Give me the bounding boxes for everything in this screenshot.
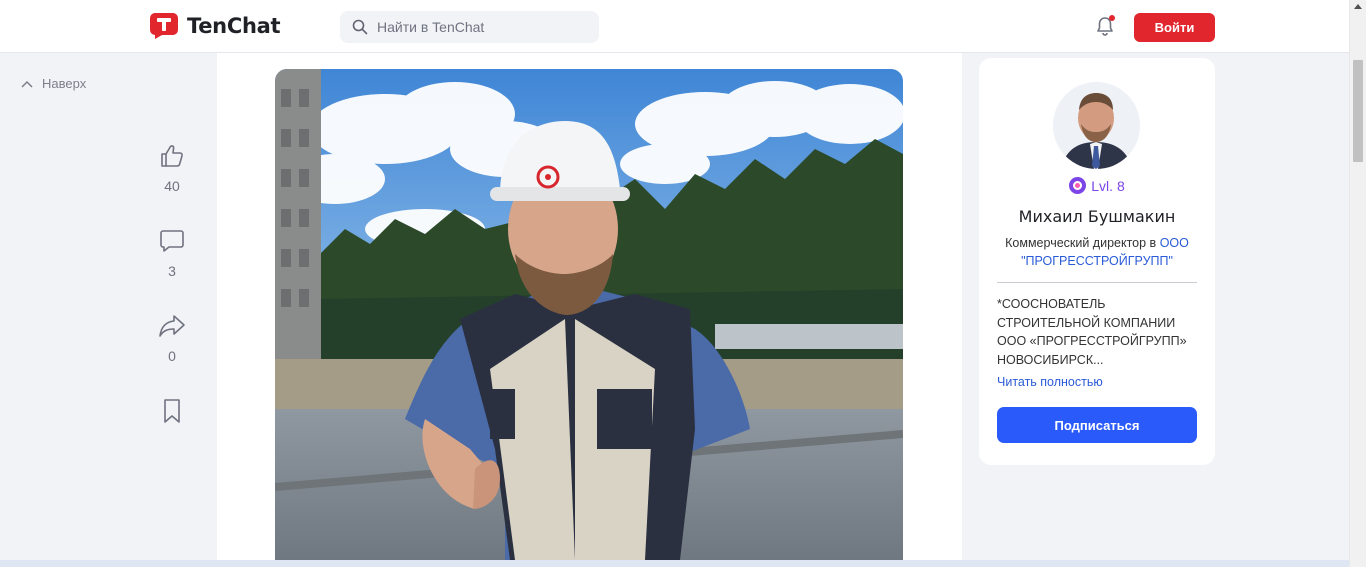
bottom-strip	[0, 560, 1349, 567]
back-to-top-link[interactable]: Наверх	[20, 76, 86, 91]
like-count: 40	[164, 178, 180, 194]
thumbs-up-icon	[161, 145, 183, 167]
search-box[interactable]	[340, 11, 599, 43]
author-bio: *СООСНОВАТЕЛЬ СТРОИТЕЛЬНОЙ КОМПАНИИ ООО …	[997, 297, 1187, 367]
comment-icon	[160, 230, 184, 252]
top-header: TenChat Войти	[0, 0, 1349, 53]
login-button[interactable]: Войти	[1134, 13, 1215, 42]
level-badge-icon	[1069, 177, 1087, 194]
comment-action[interactable]: 3	[152, 228, 192, 279]
search-icon	[352, 19, 368, 35]
share-icon	[159, 315, 185, 337]
comment-count: 3	[168, 263, 176, 279]
bookmark-icon	[164, 399, 180, 423]
tenchat-logo[interactable]: TenChat	[149, 12, 281, 40]
scroll-thumb[interactable]	[1353, 60, 1363, 162]
like-action[interactable]: 40	[152, 143, 192, 194]
chevron-up-icon	[21, 80, 33, 88]
share-action[interactable]: 0	[152, 313, 192, 364]
notification-dot	[1109, 15, 1115, 21]
card-divider	[997, 282, 1197, 283]
author-level: Lvl. 8	[979, 177, 1215, 194]
search-input[interactable]	[377, 19, 577, 35]
level-label: Lvl. 8	[1091, 177, 1125, 194]
author-card: Lvl. 8 Михаил Бушмакин Коммерческий дире…	[979, 58, 1215, 465]
author-name[interactable]: Михаил Бушмакин	[979, 207, 1215, 226]
scroll-up-arrow-icon[interactable]	[1354, 4, 1362, 9]
author-position: Коммерческий директор в ООО "ПРОГРЕССТРО…	[991, 234, 1203, 270]
position-title: Коммерческий директор в	[1005, 236, 1157, 250]
author-avatar[interactable]	[1053, 82, 1140, 169]
notifications-button[interactable]	[1094, 15, 1116, 37]
back-to-top-label: Наверх	[42, 76, 87, 91]
subscribe-button[interactable]: Подписаться	[997, 407, 1197, 443]
bookmark-action[interactable]	[152, 398, 192, 424]
share-count: 0	[168, 348, 176, 364]
read-more-link[interactable]: Читать полностью	[997, 375, 1103, 389]
page-scrollbar[interactable]	[1349, 0, 1366, 567]
tenchat-logo-icon	[149, 12, 179, 40]
post-photo[interactable]	[275, 69, 903, 560]
brand-name: TenChat	[187, 14, 281, 38]
post-feed	[217, 53, 962, 560]
